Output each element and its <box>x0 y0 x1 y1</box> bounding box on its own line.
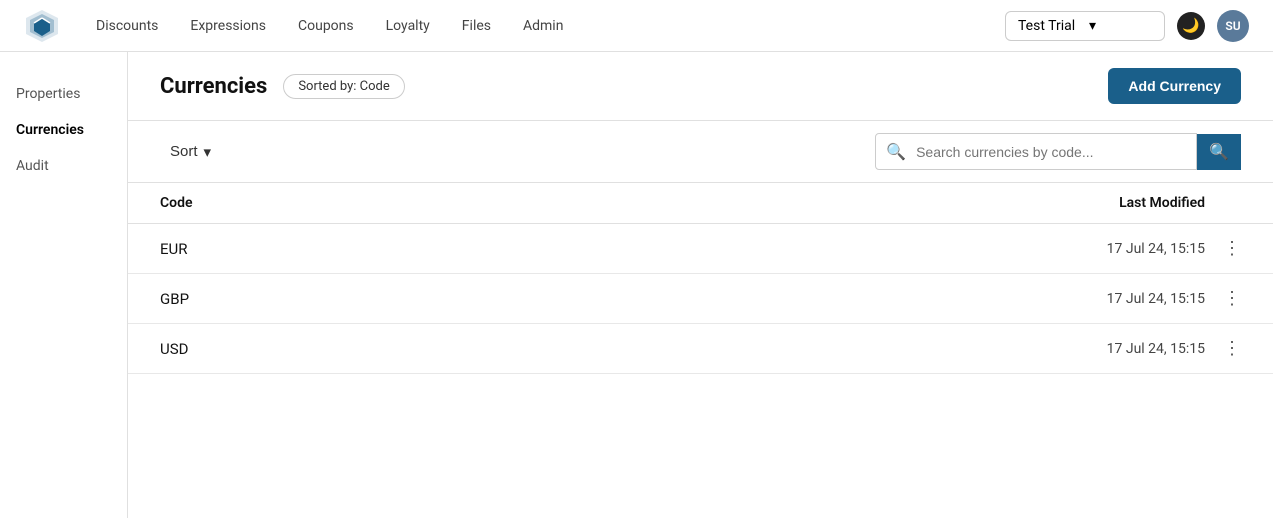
nav-right: Test Trial ▾ 🌙 SU <box>1005 10 1249 42</box>
nav-link-admin[interactable]: Admin <box>511 12 575 40</box>
currency-code: GBP <box>160 290 1045 308</box>
row-menu-button[interactable]: ⋮ <box>1205 338 1241 359</box>
last-modified-value: 17 Jul 24, 15:15 <box>1045 291 1205 307</box>
nav-link-loyalty[interactable]: Loyalty <box>374 12 442 40</box>
sidebar: Properties Currencies Audit <box>0 52 128 518</box>
env-select-value: Test Trial <box>1018 18 1081 34</box>
table-header: Code Last Modified <box>128 183 1273 224</box>
user-avatar[interactable]: SU <box>1217 10 1249 42</box>
col-header-code: Code <box>160 195 1041 211</box>
search-icon: 🔍 <box>876 134 916 169</box>
currency-code: USD <box>160 340 1045 358</box>
table-row[interactable]: EUR 17 Jul 24, 15:15 ⋮ <box>128 224 1273 274</box>
sort-button[interactable]: Sort ▾ <box>160 137 221 167</box>
search-input[interactable] <box>916 136 1196 168</box>
toolbar: Sort ▾ 🔍 🔍 <box>128 121 1273 183</box>
page-header: Currencies Sorted by: Code Add Currency <box>128 52 1273 121</box>
nav-link-discounts[interactable]: Discounts <box>84 12 170 40</box>
moon-icon: 🌙 <box>1182 18 1199 34</box>
search-area: 🔍 🔍 <box>875 133 1241 170</box>
nav-link-expressions[interactable]: Expressions <box>178 12 278 40</box>
row-menu-button[interactable]: ⋮ <box>1205 288 1241 309</box>
dark-mode-toggle[interactable]: 🌙 <box>1177 12 1205 40</box>
sidebar-item-audit[interactable]: Audit <box>0 148 127 184</box>
top-nav: Discounts Expressions Coupons Loyalty Fi… <box>0 0 1273 52</box>
add-currency-button[interactable]: Add Currency <box>1108 68 1241 104</box>
content-area: Currencies Sorted by: Code Add Currency … <box>128 52 1273 518</box>
sidebar-item-properties[interactable]: Properties <box>0 76 127 112</box>
row-menu-button[interactable]: ⋮ <box>1205 238 1241 259</box>
sort-badge[interactable]: Sorted by: Code <box>283 74 404 99</box>
currency-code: EUR <box>160 240 1045 258</box>
chevron-down-icon: ▾ <box>1089 18 1152 34</box>
page-title: Currencies <box>160 74 267 99</box>
page-header-left: Currencies Sorted by: Code <box>160 74 405 99</box>
last-modified-value: 17 Jul 24, 15:15 <box>1045 241 1205 257</box>
col-header-last-modified: Last Modified <box>1041 195 1241 211</box>
main-layout: Properties Currencies Audit Currencies S… <box>0 52 1273 518</box>
nav-link-coupons[interactable]: Coupons <box>286 12 366 40</box>
search-button[interactable]: 🔍 <box>1197 134 1241 170</box>
table-row[interactable]: USD 17 Jul 24, 15:15 ⋮ <box>128 324 1273 374</box>
app-logo <box>24 8 60 44</box>
search-submit-icon: 🔍 <box>1209 142 1229 162</box>
environment-select[interactable]: Test Trial ▾ <box>1005 11 1165 41</box>
sort-label: Sort <box>170 143 198 160</box>
currencies-table: Code Last Modified EUR 17 Jul 24, 15:15 … <box>128 183 1273 518</box>
chevron-down-icon: ▾ <box>204 143 212 161</box>
sidebar-item-currencies[interactable]: Currencies <box>0 112 127 148</box>
last-modified-value: 17 Jul 24, 15:15 <box>1045 341 1205 357</box>
nav-link-files[interactable]: Files <box>450 12 503 40</box>
table-row[interactable]: GBP 17 Jul 24, 15:15 ⋮ <box>128 274 1273 324</box>
main-nav: Discounts Expressions Coupons Loyalty Fi… <box>84 12 1005 40</box>
search-wrap: 🔍 <box>875 133 1197 170</box>
